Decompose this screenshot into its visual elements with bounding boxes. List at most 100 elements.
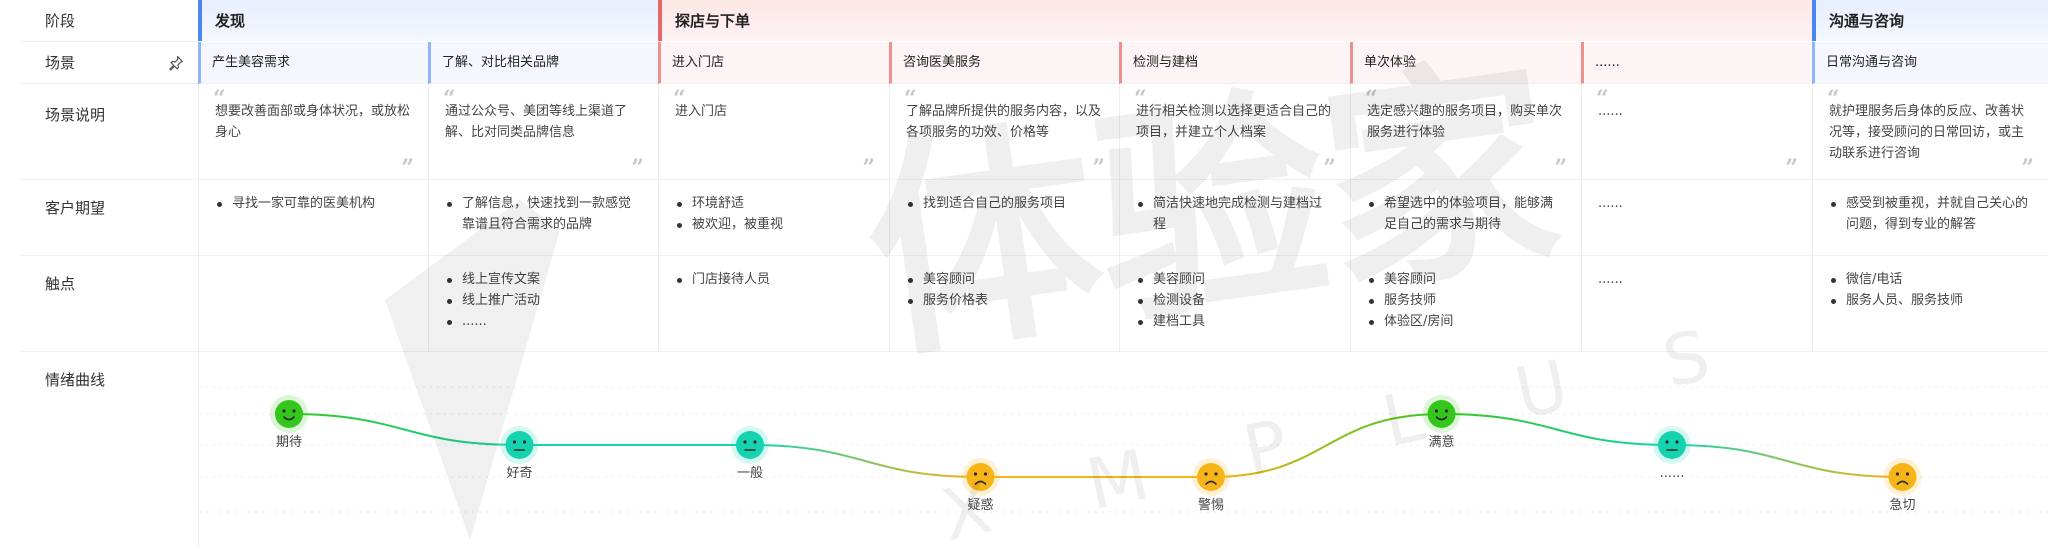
stage-visit-order[interactable]: 探店与下单 — [658, 0, 1812, 41]
scene-trial[interactable]: 单次体验 — [1350, 42, 1581, 84]
emotion-node[interactable] — [1653, 426, 1691, 464]
touchpoint-item: 建档工具 — [1136, 311, 1334, 332]
emotion-node[interactable] — [270, 395, 308, 433]
expectation-cell[interactable]: 简洁快速地完成检测与建档过程 — [1119, 180, 1350, 256]
stage-communicate[interactable]: 沟通与咨询 — [1812, 0, 2048, 41]
description-cell[interactable]: “想要改善面部或身体状况，或放松身心 ” — [198, 84, 428, 180]
expectation-item: 环境舒适 — [675, 193, 873, 214]
quote-open-icon: “ — [213, 86, 226, 112]
quote-close-icon: ” — [401, 155, 414, 181]
row-label-description: 场景说明 — [20, 84, 198, 180]
scene-compare-brands[interactable]: 了解、对比相关品牌 — [428, 42, 658, 84]
expectation-cell[interactable]: ...... — [1581, 180, 1812, 256]
stage-discover[interactable]: 发现 — [198, 0, 658, 41]
emotion-label: 满意 — [1428, 434, 1454, 450]
pin-icon[interactable] — [168, 55, 184, 71]
touchpoint-cell[interactable]: 美容顾问 服务技师 体验区/房间 — [1350, 256, 1581, 352]
scene-test-profile[interactable]: 检测与建档 — [1119, 42, 1350, 84]
quote-open-icon: “ — [1827, 86, 1840, 112]
description-cell[interactable]: “选定感兴趣的服务项目，购买单次服务进行体验 ” — [1350, 84, 1581, 180]
emotion-label: 警惕 — [1198, 497, 1224, 513]
emotion-node[interactable] — [1422, 395, 1461, 433]
description-cell[interactable]: “进行相关检测以选择更适合自己的项目，并建立个人档案 ” — [1119, 84, 1350, 180]
scene-more[interactable]: ...... — [1581, 42, 1812, 84]
emotion-curve-segment — [749, 444, 981, 478]
quote-close-icon: ” — [1785, 155, 1798, 181]
description-cell[interactable]: “了解品牌所提供的服务内容，以及各项服务的功效、价格等 ” — [889, 84, 1119, 180]
touchpoint-item: 检测设备 — [1136, 290, 1334, 311]
face-eye — [1214, 472, 1218, 476]
face-eye — [292, 409, 296, 413]
face-eye — [282, 409, 286, 413]
emotion-label: 一般 — [737, 465, 763, 481]
face-eye — [1905, 472, 1910, 476]
emotion-node[interactable] — [1883, 458, 1922, 496]
touchpoint-item: 服务技师 — [1367, 290, 1565, 311]
scene-label-text: 场景 — [45, 54, 76, 72]
happy-face-icon — [275, 400, 303, 428]
emotion-node[interactable] — [500, 426, 539, 464]
description-text: 想要改善面部或身体状况，或放松身心 — [215, 104, 411, 140]
expectation-cell[interactable]: 感受到被重视，并就自己关心的问题，得到专业的解答 — [1812, 180, 2048, 256]
emotion-node[interactable] — [961, 458, 1000, 496]
neutral-face-icon — [1658, 431, 1686, 459]
touchpoint-cell[interactable]: 美容顾问 服务价格表 — [889, 256, 1119, 352]
scene-need[interactable]: 产生美容需求 — [198, 42, 428, 84]
touchpoint-cell[interactable]: 美容顾问 检测设备 建档工具 — [1119, 256, 1350, 352]
touchpoint-item: 门店接待人员 — [675, 269, 873, 290]
scene-daily-communication[interactable]: 日常沟通与咨询 — [1812, 42, 2048, 84]
emotion-curve-segment — [288, 413, 520, 446]
emotion-curve-area: 期待 好奇 一般 疑惑 警惕 满意...... 急切 — [198, 352, 2048, 548]
expectation-item: 了解信息，快速找到一款感觉靠谱且符合需求的品牌 — [445, 193, 642, 235]
face-eye — [1204, 472, 1208, 476]
face-eye — [1444, 409, 1449, 413]
sad-face-icon — [1197, 463, 1225, 491]
face-eye — [1675, 440, 1679, 444]
description-cell[interactable]: “进入门店” — [658, 84, 889, 180]
touchpoint-item: 服务人员、服务技师 — [1829, 290, 2032, 311]
touchpoint-cell[interactable]: 门店接待人员 — [658, 256, 889, 352]
expectation-cell[interactable]: 了解信息，快速找到一款感觉靠谱且符合需求的品牌 — [428, 180, 658, 256]
emotion-node[interactable] — [731, 426, 769, 464]
face-eye — [753, 440, 757, 444]
quote-close-icon: ” — [1323, 155, 1336, 181]
neutral-face-icon — [505, 431, 534, 459]
emotion-label: 期待 — [276, 435, 302, 450]
emotion-label: ...... — [1660, 466, 1685, 481]
quote-open-icon: “ — [443, 86, 456, 112]
touchpoint-cell[interactable]: 线上宣传文案 线上推广活动...... — [428, 256, 658, 352]
description-cell[interactable]: “通过公众号、美团等线上渠道了解、比对同类品牌信息” — [428, 84, 658, 180]
stage-row: 阶段 发现 探店与下单 沟通与咨询 — [20, 0, 2048, 42]
emotion-label: 好奇 — [506, 465, 532, 481]
description-text: 就护理服务后身体的反应、改善状况等，接受顾问的日常回访，或主动联系进行咨询 — [1829, 104, 2025, 161]
touchpoint-cell[interactable] — [198, 256, 428, 352]
expectation-cell[interactable]: 希望选中的体验项目，能够满足自己的需求与期待 — [1350, 180, 1581, 256]
expectation-item: 感受到被重视，并就自己关心的问题，得到专业的解答 — [1829, 193, 2032, 235]
neutral-face-icon — [736, 431, 764, 459]
emotion-node[interactable] — [1192, 458, 1230, 496]
expectation-cell[interactable]: 找到适合自己的服务项目 — [889, 180, 1119, 256]
touchpoint-item: 服务价格表 — [906, 290, 1103, 311]
touchpoint-cell[interactable]: ...... — [1581, 256, 1812, 352]
description-cell[interactable]: “......” — [1581, 84, 1812, 180]
expectation-cell[interactable]: 环境舒适 被欢迎，被重视 — [658, 180, 889, 256]
expectation-item: 找到适合自己的服务项目 — [906, 193, 1103, 214]
description-text: 进行相关检测以选择更适合自己的项目，并建立个人档案 — [1136, 104, 1332, 140]
expectation-cell[interactable]: 寻找一家可靠的医美机构 — [198, 180, 428, 256]
description-cell[interactable]: “就护理服务后身体的反应、改善状况等，接受顾问的日常回访，或主动联系进行咨询” — [1812, 84, 2048, 180]
face-eye — [973, 472, 978, 476]
scene-row: 场景 产生美容需求 了解、对比相关品牌 进入门店 咨询医美服务 检测与建档 单次… — [20, 42, 2048, 84]
description-text: 了解品牌所提供的服务内容，以及各项服务的功效、价格等 — [906, 104, 1102, 140]
touchpoint-text: ...... — [1598, 272, 1623, 287]
quote-open-icon: “ — [904, 86, 917, 112]
face-eye — [1665, 440, 1669, 444]
touchpoint-item: 美容顾问 — [1367, 269, 1565, 290]
happy-face-icon — [1427, 400, 1456, 428]
sad-face-icon — [1888, 463, 1917, 491]
emotion-label: 急切 — [1889, 498, 1915, 513]
touchpoint-cell[interactable]: 微信/电话 服务人员、服务技师 — [1812, 256, 2048, 352]
touchpoint-item: 美容顾问 — [1136, 269, 1334, 290]
emotion-curve-chart: 期待好奇 一般疑惑 警惕 满意...... 急切 — [199, 386, 2048, 513]
scene-consult[interactable]: 咨询医美服务 — [889, 42, 1119, 84]
scene-enter-store[interactable]: 进入门店 — [658, 42, 889, 84]
